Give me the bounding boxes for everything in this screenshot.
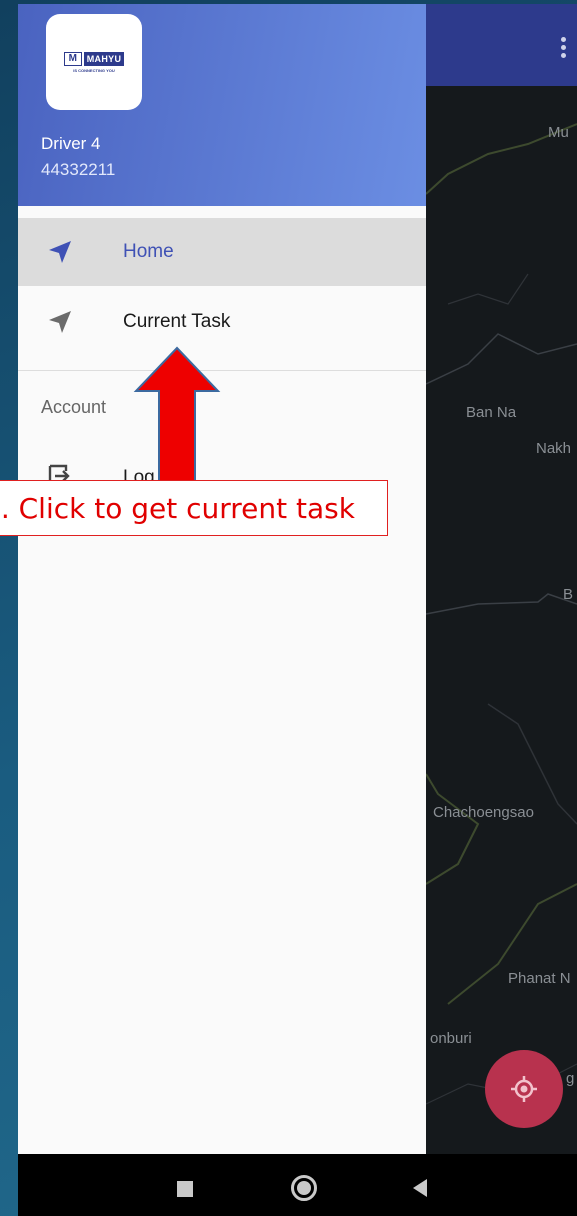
navigation-arrow-icon xyxy=(49,311,71,333)
nav-item-home[interactable]: Home xyxy=(18,218,426,286)
map-label: onburi xyxy=(430,1030,472,1047)
section-header-account: Account xyxy=(41,397,107,417)
map-label: Nakh xyxy=(536,440,572,457)
app-bar xyxy=(426,4,577,86)
annotation-arrow xyxy=(133,346,221,492)
driver-name: Driver 4 xyxy=(41,134,101,153)
map-label: Ban Na xyxy=(466,404,517,421)
logo-tagline: IS CONNECTING YOU xyxy=(73,67,115,73)
driver-phone: 44332211 xyxy=(41,160,116,179)
logo-mark: M xyxy=(63,51,82,66)
divider xyxy=(18,370,426,371)
navigation-arrow-icon xyxy=(49,241,71,263)
more-vert-icon[interactable] xyxy=(555,34,571,64)
map-label: Chachoengsao xyxy=(433,804,534,821)
recents-square-icon[interactable] xyxy=(177,1181,193,1197)
annotation-callout: 6. Click to get current task xyxy=(0,480,388,536)
my-location-button[interactable] xyxy=(485,1050,563,1128)
home-circle-icon[interactable] xyxy=(291,1175,317,1201)
map-label: Mu xyxy=(548,124,569,141)
map-label: g xyxy=(566,1070,575,1087)
crosshair-icon xyxy=(511,1076,537,1102)
nav-item-label: Home xyxy=(123,241,174,262)
navigation-drawer: M MAHYU IS CONNECTING YOU Driver 4 44332… xyxy=(18,4,426,1154)
nav-item-current-task[interactable]: Current Task xyxy=(18,288,426,356)
system-navigation-bar xyxy=(18,1154,577,1216)
map-label: Phanat N xyxy=(508,970,571,987)
map-label: B xyxy=(563,586,574,603)
phone-screen: Mu Ban Na Nakh B Chachoengsao Phanat N o… xyxy=(18,4,577,1216)
drawer-header: M MAHYU IS CONNECTING YOU Driver 4 44332… xyxy=(18,4,426,206)
logo-brand: MAHYU xyxy=(83,51,125,66)
callout-text: 6. Click to get current task xyxy=(0,491,355,525)
app-logo: M MAHYU IS CONNECTING YOU xyxy=(46,14,142,110)
nav-item-label: Current Task xyxy=(123,311,231,332)
back-triangle-icon[interactable] xyxy=(411,1178,429,1198)
